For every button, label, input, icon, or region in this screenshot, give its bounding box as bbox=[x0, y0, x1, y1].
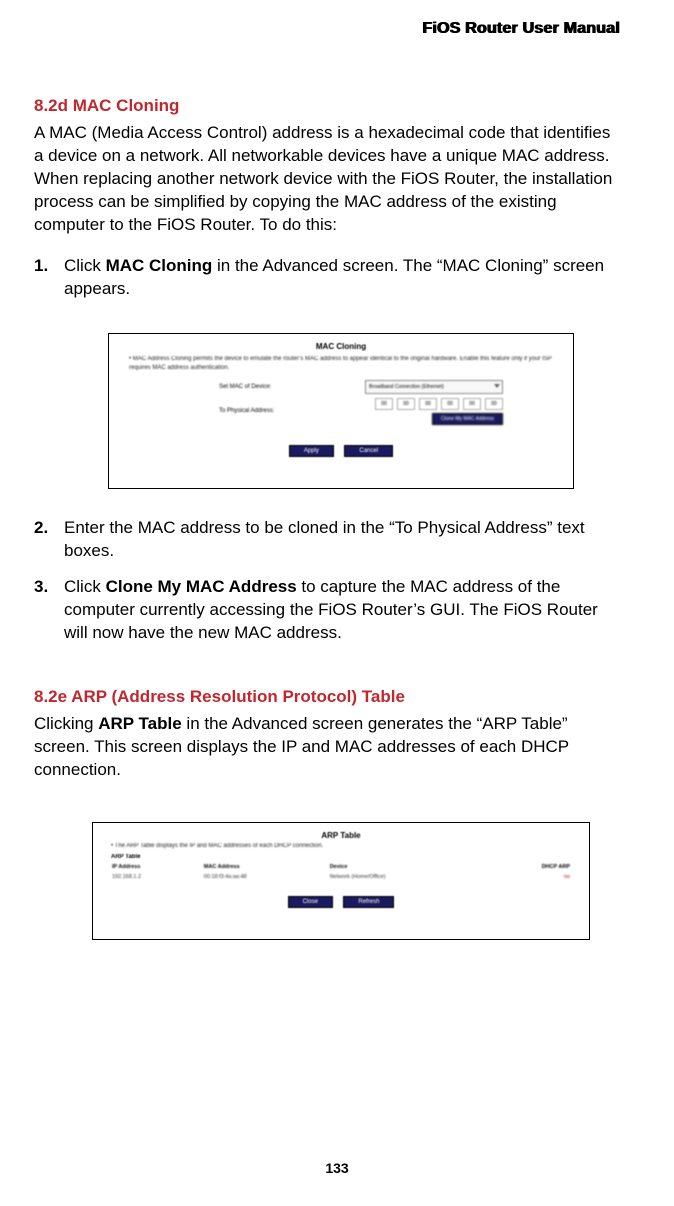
col-ip: IP Address bbox=[108, 862, 200, 872]
fig2-note: • The ARP Table displays the IP and MAC … bbox=[93, 840, 589, 854]
col-device: Device bbox=[326, 862, 484, 872]
close-button[interactable]: Close bbox=[288, 896, 333, 908]
fig2-title: ARP Table bbox=[93, 831, 589, 840]
fig1-buttons: Apply Cancel bbox=[109, 439, 573, 457]
step-text-pre: Click bbox=[64, 256, 106, 275]
running-header: FiOS Router User Manual bbox=[34, 20, 620, 38]
fig1-row2-label: To Physical Address: bbox=[219, 408, 274, 414]
fig1-title: MAC Cloning bbox=[109, 342, 573, 351]
refresh-button[interactable]: Refresh bbox=[343, 896, 394, 908]
step-number: 3. bbox=[34, 576, 48, 599]
table-header-row: IP Address MAC Address Device DHCP ARP bbox=[108, 862, 574, 872]
steps-list-cont: 2. Enter the MAC address to be cloned in… bbox=[34, 517, 620, 646]
section1-intro: A MAC (Media Access Control) address is … bbox=[34, 122, 620, 237]
cancel-button[interactable]: Cancel bbox=[344, 445, 393, 457]
fig1-row1-label: Set MAC of Device: bbox=[219, 384, 271, 390]
step-text-bold: Clone My MAC Address bbox=[106, 577, 297, 596]
table-row: 192.168.1.2 00:18:f3:4a:aa:48 Network (H… bbox=[108, 872, 574, 882]
fig1-device-select[interactable]: Broadband Connection (Ethernet) bbox=[365, 380, 503, 394]
col-dhcp: DHCP ARP bbox=[484, 862, 574, 872]
figure-arp-table: ARP Table • The ARP Table displays the I… bbox=[92, 822, 590, 940]
page-number: 133 bbox=[0, 1160, 674, 1176]
section-heading-mac-cloning: 8.2d MAC Cloning bbox=[34, 96, 620, 116]
step-number: 1. bbox=[34, 255, 48, 278]
step-text: Enter the MAC address to be cloned in th… bbox=[64, 518, 585, 560]
figure-mac-cloning: MAC Cloning • MAC Address Cloning permit… bbox=[108, 333, 574, 489]
fig1-row1: Set MAC of Device: Broadband Connection … bbox=[109, 378, 573, 396]
step-3: 3. Click Clone My MAC Address to capture… bbox=[34, 576, 620, 645]
fig1-mac-inputs[interactable]: 00 00 00 00 00 00 bbox=[375, 398, 503, 410]
clone-mac-button[interactable]: Clone My MAC Address bbox=[432, 413, 503, 425]
fig2-buttons: Close Refresh bbox=[93, 890, 589, 908]
fig1-note: • MAC Address Cloning permits the device… bbox=[109, 351, 573, 378]
apply-button[interactable]: Apply bbox=[289, 445, 334, 457]
step-text-bold: MAC Cloning bbox=[106, 256, 213, 275]
step-number: 2. bbox=[34, 517, 48, 540]
step-2: 2. Enter the MAC address to be cloned in… bbox=[34, 517, 620, 563]
document-page: FiOS Router User Manual 8.2d MAC Cloning… bbox=[0, 0, 674, 1206]
fig2-label: ARP Table bbox=[93, 854, 589, 860]
step-1: 1. Click MAC Cloning in the Advanced scr… bbox=[34, 255, 620, 301]
fig1-row2: To Physical Address: 00 00 00 00 00 00 C… bbox=[109, 396, 573, 427]
section-heading-arp: 8.2e ARP (Address Resolution Protocol) T… bbox=[34, 687, 620, 707]
col-mac: MAC Address bbox=[200, 862, 326, 872]
arp-table: IP Address MAC Address Device DHCP ARP 1… bbox=[108, 862, 574, 882]
step-text-pre: Click bbox=[64, 577, 106, 596]
section2-intro: Clicking ARP Table in the Advanced scree… bbox=[34, 713, 620, 782]
steps-list: 1. Click MAC Cloning in the Advanced scr… bbox=[34, 255, 620, 301]
